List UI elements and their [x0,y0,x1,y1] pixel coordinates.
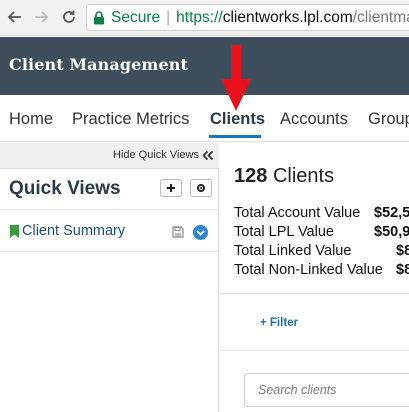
nav-group[interactable]: Group [368,110,409,129]
summary-value: $50,9 [374,224,409,240]
sidebar-toggle-bar: Hide Quick Views [0,143,219,169]
reload-button[interactable] [58,6,80,28]
summary-label: Total LPL Value [234,224,334,240]
address-bar[interactable]: Secure | https://clientworks.lpl.com/cli… [86,4,409,31]
quick-view-label: Client Summary [22,223,126,239]
client-count: 128 [234,165,268,187]
summary-label: Total Non-Linked Value [234,262,383,278]
lock-icon [93,10,105,25]
nav-accounts[interactable]: Accounts [280,110,348,129]
quick-view-menu-button[interactable] [193,225,208,240]
search-input[interactable] [246,375,409,405]
save-icon[interactable] [172,226,184,238]
url-separator: | [166,8,171,26]
summary-value: $8 [396,262,409,278]
nav-home[interactable]: Home [9,110,53,129]
nav-clients[interactable]: Clients [210,110,265,129]
client-count-heading: 128 Clients [234,165,334,188]
summary-row: Total Account Value $52,5 [234,205,409,224]
app-header: Client Management [0,37,409,95]
quick-view-item[interactable]: Client Summary [0,217,219,247]
summary-label: Total Account Value [234,205,361,221]
quick-views-sidebar: Hide Quick Views Quick Views Client Summ… [0,143,219,412]
plus-icon [167,184,175,192]
summary-value: $52,5 [374,205,409,221]
reload-icon [63,10,75,23]
url-host: clientworks.lpl.com [222,8,353,26]
summary-label: Total Linked Value [234,243,352,259]
nav-practice-metrics[interactable]: Practice Metrics [72,110,189,129]
back-button[interactable] [4,6,26,28]
arrow-left-icon [7,11,21,23]
hide-quick-views-button[interactable]: Hide Quick Views [113,149,213,161]
summary-row: Total Linked Value $8 [234,243,409,262]
active-tab-indicator [209,135,261,138]
client-summary-totals: Total Account Value $52,5 Total LPL Valu… [234,205,409,281]
add-quick-view-button[interactable] [160,179,182,197]
bookmark-icon [10,225,19,238]
browser-toolbar: Secure | https://clientworks.lpl.com/cli… [0,0,409,36]
url-path: /clientman [352,8,409,26]
summary-row: Total LPL Value $50,9 [234,224,409,243]
quick-views-title: Quick Views [9,178,121,199]
quick-view-settings-button[interactable] [190,179,212,197]
main-nav: Home Practice Metrics Clients Accounts G… [0,95,409,142]
divider [0,251,219,252]
divider [0,209,219,210]
summary-value: $8 [396,243,409,259]
hide-quick-views-label: Hide Quick Views [113,149,199,161]
main-content: 128 Clients Total Account Value $52,5 To… [220,143,409,412]
secure-label: Secure [111,8,161,26]
forward-button[interactable] [30,6,52,28]
arrow-right-icon [35,11,49,23]
red-arrow-annotation [221,45,251,111]
app-title: Client Management [9,55,188,74]
chevron-down-icon [196,229,205,236]
double-chevron-left-icon [203,150,213,160]
add-filter-button[interactable]: + Filter [260,317,298,329]
client-count-label: Clients [272,165,335,187]
url-scheme: https:// [176,8,223,26]
filter-section [220,293,409,351]
gear-icon [197,184,205,192]
search-box [244,373,409,407]
summary-row: Total Non-Linked Value $8 [234,262,409,281]
